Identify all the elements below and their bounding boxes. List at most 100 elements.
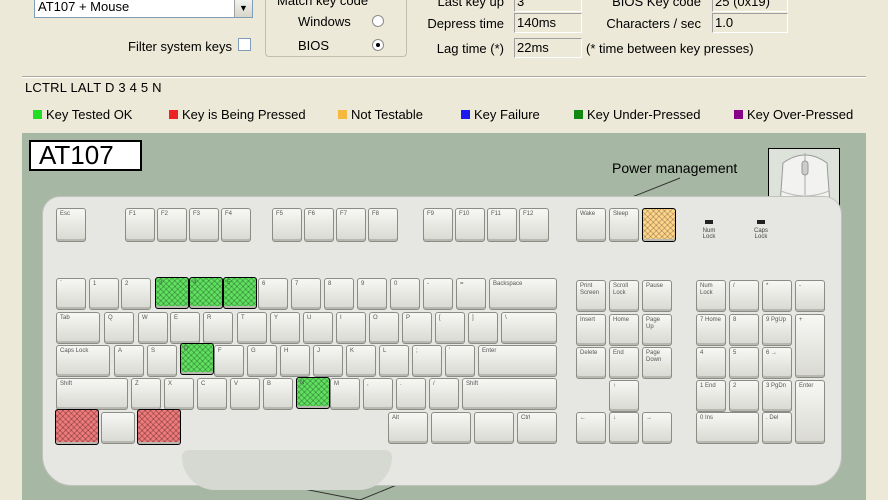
key-z-3[interactable]: C <box>197 378 227 410</box>
key-f4[interactable]: F4 <box>221 208 251 242</box>
key-right-ctrl[interactable]: Ctrl <box>517 412 557 444</box>
key-enter[interactable]: Enter <box>478 345 557 377</box>
key-caps-lock[interactable]: Caps Lock <box>56 345 110 377</box>
key-num-4[interactable]: 4 <box>189 277 223 309</box>
key-q-3[interactable]: E <box>170 312 200 344</box>
key-nav-0[interactable]: Print Screen <box>576 280 606 312</box>
key-a-11[interactable]: ' <box>445 345 475 377</box>
key-numpad-multiply[interactable]: * <box>762 280 792 312</box>
key-numpad-9[interactable]: 9 PgUp <box>762 314 792 346</box>
key-nav-4[interactable]: Home <box>609 314 639 346</box>
key-arrow-left[interactable]: ← <box>576 412 606 444</box>
key-f6[interactable]: F6 <box>304 208 334 242</box>
key-num-10[interactable]: 0 <box>390 278 420 310</box>
key-numpad-8[interactable]: 8 <box>729 314 759 346</box>
key-z-10[interactable]: / <box>429 378 459 410</box>
key-f10[interactable]: F10 <box>455 208 485 242</box>
key-numpad-2[interactable]: 2 <box>729 380 759 412</box>
key-num-8[interactable]: 8 <box>324 278 354 310</box>
key-numpad-minus[interactable]: - <box>795 280 825 312</box>
key-left-ctrl[interactable] <box>55 409 99 445</box>
key-numpad-del[interactable]: . Del <box>762 412 792 444</box>
key-left-alt[interactable] <box>137 409 181 445</box>
key-q-11[interactable]: [ <box>435 312 465 344</box>
key-numpad-6[interactable]: 6 → <box>762 347 792 379</box>
key-left-shift[interactable]: Shift <box>56 378 128 410</box>
key-f5[interactable]: F5 <box>272 208 302 242</box>
key-nav-2[interactable]: Pause <box>642 280 672 312</box>
key-numpad-0[interactable]: 0 Ins <box>696 412 759 444</box>
key-numpad-plus[interactable]: + <box>795 314 825 378</box>
key-z-4[interactable]: V <box>230 378 260 410</box>
key-arrow-up[interactable]: ↑ <box>609 380 639 412</box>
key-wake[interactable]: Wake <box>576 208 606 242</box>
key-a-5[interactable]: G <box>247 345 277 377</box>
key-nav-6[interactable]: Delete <box>576 347 606 379</box>
key-left-win[interactable] <box>101 412 135 444</box>
key-numpad-numlock[interactable]: Num Lock <box>696 280 726 312</box>
key-f12[interactable]: F12 <box>519 208 549 242</box>
key-num-11[interactable]: - <box>423 278 453 310</box>
key-numpad-1[interactable]: 1 End <box>696 380 726 412</box>
key-z-6[interactable]: N <box>296 377 330 409</box>
key-a-1[interactable]: A <box>114 345 144 377</box>
key-z-9[interactable]: . <box>396 378 426 410</box>
key-a-2[interactable]: S <box>147 345 177 377</box>
key-nav-5[interactable]: Page Up <box>642 314 672 346</box>
key-num-6[interactable]: 6 <box>258 278 288 310</box>
key-backspace[interactable]: Backspace <box>489 278 557 310</box>
key-a-6[interactable]: H <box>280 345 310 377</box>
key-f7[interactable]: F7 <box>336 208 366 242</box>
key-q-5[interactable]: T <box>237 312 267 344</box>
key-nav-8[interactable]: Page Down <box>642 347 672 379</box>
key-q-12[interactable]: ] <box>468 312 498 344</box>
key-q-2[interactable]: W <box>138 312 168 344</box>
key-num-7[interactable]: 7 <box>291 278 321 310</box>
key-right-shift[interactable]: Shift <box>462 378 557 410</box>
key-q-9[interactable]: O <box>369 312 399 344</box>
key-z-1[interactable]: Z <box>131 378 161 410</box>
key-menu[interactable] <box>474 412 514 444</box>
key-a-10[interactable]: ; <box>412 345 442 377</box>
key-arrow-right[interactable]: → <box>642 412 672 444</box>
key-sleep[interactable]: Sleep <box>609 208 639 242</box>
key-q-10[interactable]: P <box>402 312 432 344</box>
key-a-4[interactable]: F <box>214 345 244 377</box>
key-numpad-3[interactable]: 3 PgDn <box>762 380 792 412</box>
key-tab[interactable]: Tab <box>56 312 100 344</box>
key-num-3[interactable]: 3 <box>155 277 189 309</box>
key-right-alt[interactable]: Alt <box>388 412 428 444</box>
key-a-8[interactable]: K <box>346 345 376 377</box>
key-q-7[interactable]: U <box>303 312 333 344</box>
key-arrow-down[interactable]: ↓ <box>609 412 639 444</box>
key-a-7[interactable]: J <box>313 345 343 377</box>
key-num-9[interactable]: 9 <box>357 278 387 310</box>
key-f8[interactable]: F8 <box>368 208 398 242</box>
key-num-1[interactable]: 1 <box>89 278 119 310</box>
key-z-5[interactable]: B <box>263 378 293 410</box>
key-f1[interactable]: F1 <box>125 208 155 242</box>
key-f3[interactable]: F3 <box>189 208 219 242</box>
key-a-9[interactable]: L <box>379 345 409 377</box>
key-numpad-4[interactable]: 4 <box>696 347 726 379</box>
key-backslash[interactable]: \ <box>501 312 557 344</box>
key-nav-3[interactable]: Insert <box>576 314 606 346</box>
key-num-5[interactable]: 5 <box>223 277 257 309</box>
key-numpad-divide[interactable]: / <box>729 280 759 312</box>
key-num-2[interactable]: 2 <box>121 278 151 310</box>
key-num-12[interactable]: = <box>456 278 486 310</box>
key-nav-1[interactable]: Scroll Lock <box>609 280 639 312</box>
key-numpad-7[interactable]: 7 Home <box>696 314 726 346</box>
key-f9[interactable]: F9 <box>423 208 453 242</box>
key-numpad-enter[interactable]: Enter <box>795 380 825 444</box>
key-q-4[interactable]: R <box>203 312 233 344</box>
key-z-2[interactable]: X <box>164 378 194 410</box>
key-f11[interactable]: F11 <box>487 208 517 242</box>
key-power[interactable] <box>642 208 676 242</box>
key-z-7[interactable]: M <box>330 378 360 410</box>
key-nav-7[interactable]: End <box>609 347 639 379</box>
key-numpad-5[interactable]: 5 <box>729 347 759 379</box>
key-num-0[interactable]: ` <box>56 278 86 310</box>
key-z-8[interactable]: , <box>363 378 393 410</box>
key-q-8[interactable]: I <box>336 312 366 344</box>
